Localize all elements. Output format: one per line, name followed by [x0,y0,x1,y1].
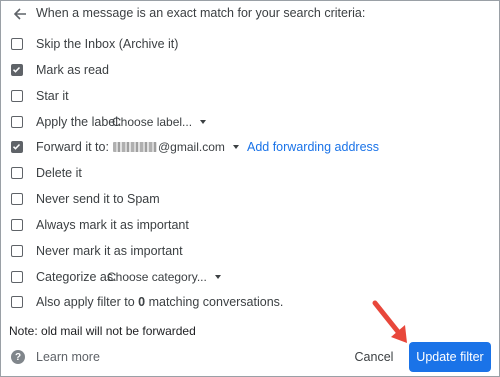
option-forward: Forward it to: @gmail.com Add forwarding… [1,137,499,157]
option-star: Star it [1,86,499,106]
categorize-checkbox[interactable] [11,271,23,283]
apply-label-label: Apply the label: [36,115,122,129]
learn-more-link[interactable]: Learn more [36,350,100,364]
caret-down-icon [232,145,239,149]
apply-label-checkbox[interactable] [11,116,23,128]
label-select-value: Choose label... [112,115,193,129]
also-apply-label: Also apply filter to 0 matching conversa… [36,295,283,309]
never-important-label: Never mark it as important [36,244,183,258]
mark-read-label: Mark as read [36,63,109,77]
always-important-checkbox[interactable] [11,219,23,231]
option-apply-label: Apply the label: Choose label... [1,112,499,132]
option-skip-inbox: Skip the Inbox (Archive it) [1,34,499,54]
forward-email-suffix: @gmail.com [158,140,225,154]
star-label: Star it [36,89,69,103]
also-apply-suffix: matching conversations. [148,295,284,309]
forward-checkbox[interactable] [11,141,23,153]
redacted-email-user [113,142,157,152]
forward-label: Forward it to: [36,140,109,154]
dialog-header: When a message is an exact match for you… [1,1,499,27]
category-select[interactable]: Choose category... [107,270,221,284]
matching-count: 0 [138,295,146,309]
option-mark-read: Mark as read [1,60,499,80]
caret-down-icon [200,120,207,124]
add-forwarding-address-link[interactable]: Add forwarding address [247,140,379,154]
header-text: When a message is an exact match for you… [36,6,366,20]
forward-address-select[interactable]: @gmail.com [113,140,239,154]
option-never-important: Never mark it as important [1,241,499,261]
also-apply-prefix: Also apply filter to [36,295,135,309]
never-spam-label: Never send it to Spam [36,192,160,206]
mark-read-checkbox[interactable] [11,64,23,76]
option-categorize: Categorize as: Choose category... [1,267,499,287]
annotation-arrow-icon [372,300,407,343]
option-also-apply: Also apply filter to 0 matching conversa… [1,292,499,312]
question-circle-icon[interactable]: ? [11,350,25,364]
always-important-label: Always mark it as important [36,218,189,232]
delete-label: Delete it [36,166,82,180]
skip-inbox-label: Skip the Inbox (Archive it) [36,37,179,51]
update-filter-button[interactable]: Update filter [409,342,491,372]
skip-inbox-checkbox[interactable] [11,38,23,50]
label-select[interactable]: Choose label... [112,115,207,129]
categorize-label: Categorize as: [36,270,117,284]
caret-down-icon [214,275,221,279]
option-never-spam: Never send it to Spam [1,189,499,209]
filter-dialog: When a message is an exact match for you… [0,0,500,377]
delete-checkbox[interactable] [11,167,23,179]
option-delete: Delete it [1,163,499,183]
forward-note: Note: old mail will not be forwarded [9,324,196,338]
never-important-checkbox[interactable] [11,245,23,257]
arrow-left-icon[interactable] [11,5,29,23]
also-apply-checkbox[interactable] [11,296,23,308]
option-always-important: Always mark it as important [1,215,499,235]
star-checkbox[interactable] [11,90,23,102]
never-spam-checkbox[interactable] [11,193,23,205]
category-select-value: Choose category... [107,270,207,284]
